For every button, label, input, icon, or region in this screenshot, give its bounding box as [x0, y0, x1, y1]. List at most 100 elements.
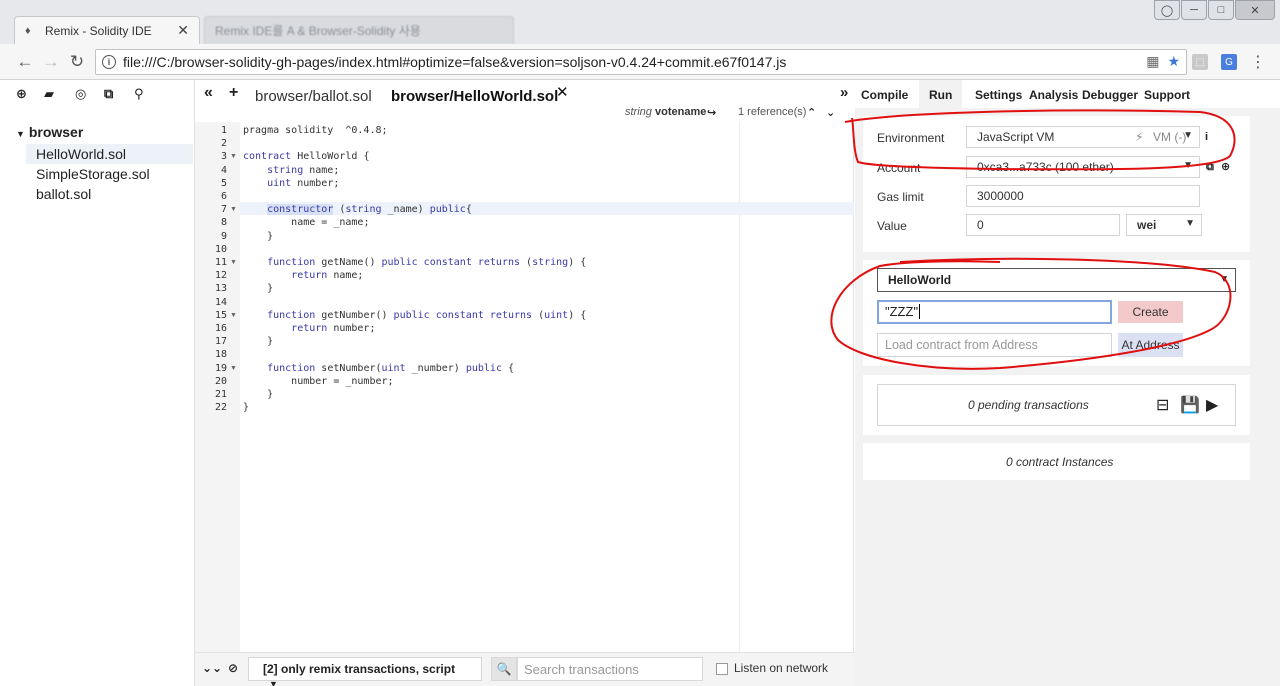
tab-settings[interactable]: Settings	[975, 88, 1022, 102]
clear-console-icon[interactable]: ⊘	[228, 661, 238, 675]
expand-right-icon[interactable]: »	[840, 84, 848, 101]
copy-icon[interactable]: ⧉	[104, 86, 113, 102]
save-icon[interactable]: 💾	[1180, 395, 1200, 415]
contract-select[interactable]: HelloWorld ▼	[877, 268, 1236, 292]
caret-down-icon: ▼	[1183, 130, 1193, 141]
copy-address-icon[interactable]: ⧉	[1206, 161, 1214, 174]
play-icon[interactable]: ▶	[1206, 395, 1218, 415]
file-explorer: ⊕ ▰ ◎ ⧉ ⚲ ▼ browser HelloWorld.sol Simpl…	[0, 80, 195, 686]
new-file-icon[interactable]: ⊕	[16, 86, 27, 102]
code-line: constructor (string _name) public{	[267, 204, 472, 216]
code-line: }	[243, 336, 274, 348]
menu-dots-icon[interactable]: ⋮	[1250, 52, 1266, 72]
at-address-button[interactable]: At Address	[1118, 333, 1183, 357]
code-line: contract HelloWorld {	[243, 151, 370, 163]
create-button[interactable]: Create	[1118, 301, 1183, 323]
maximize-icon[interactable]: □	[1208, 0, 1234, 20]
fold-toggle-icon[interactable]: ▼	[230, 309, 237, 322]
unit-select[interactable]: wei ▼	[1126, 214, 1202, 236]
code-line: }	[243, 389, 274, 400]
caret-down-icon: ▼	[16, 129, 25, 139]
add-tab-icon[interactable]: +	[229, 84, 238, 102]
value-input[interactable]: 0	[966, 214, 1120, 236]
forward-arrow-icon[interactable]: →	[40, 52, 62, 72]
collapse-left-icon[interactable]: «	[204, 84, 213, 102]
tab-ballot[interactable]: browser/ballot.sol	[255, 88, 372, 105]
line-number: 5	[220, 177, 227, 189]
clear-pending-icon[interactable]: ⊟	[1156, 395, 1169, 415]
tab-debugger[interactable]: Debugger	[1082, 88, 1138, 102]
folder-browser[interactable]: ▼ browser	[16, 124, 83, 140]
reference-info-bar: string votename ↪ 1 reference(s) ⌃ ⌄	[195, 106, 855, 122]
minimize-icon[interactable]: ─	[1181, 0, 1207, 20]
file-item-simplestorage[interactable]: SimpleStorage.sol	[26, 164, 193, 184]
google-translate-icon[interactable]: G	[1221, 54, 1237, 70]
account-select[interactable]: 0xca3...a733c (100 ether) ▼	[966, 156, 1200, 178]
open-folder-icon[interactable]: ▰	[44, 86, 54, 102]
reload-icon[interactable]: ↻	[66, 52, 88, 72]
tab-run[interactable]: Run	[919, 80, 963, 108]
tab-close-icon[interactable]: ✕	[556, 83, 569, 101]
page-info-icon[interactable]: i	[102, 55, 116, 69]
line-number: 2	[220, 138, 227, 150]
browser-tab-remix[interactable]: ♦ Remix - Solidity IDE ✕	[14, 16, 200, 44]
fold-toggle-icon[interactable]: ▼	[230, 362, 237, 375]
tab-support[interactable]: Support	[1144, 88, 1190, 102]
tab-compile[interactable]: Compile	[861, 88, 908, 102]
search-icon[interactable]: 🔍	[491, 657, 517, 681]
load-address-input[interactable]: Load contract from Address	[877, 333, 1112, 357]
translate-page-icon[interactable]: ▦	[1146, 53, 1159, 70]
environment-label: Environment	[877, 131, 945, 145]
next-ref-icon[interactable]: ⌄	[826, 106, 835, 119]
back-arrow-icon[interactable]: ←	[14, 52, 36, 72]
info-icon[interactable]: i	[1205, 131, 1208, 143]
tab-helloworld[interactable]: browser/HelloWorld.sol	[391, 88, 558, 105]
environment-select[interactable]: JavaScript VM ⚡ VM (-) ▼	[966, 126, 1200, 148]
line-number: 12	[214, 270, 227, 282]
user-profile-icon[interactable]: ◯	[1154, 0, 1180, 20]
browser-tab-background[interactable]: Remix IDE를 A & Browser-Solidity 사용	[204, 16, 514, 44]
tab-title: Remix IDE를 A & Browser-Solidity 사용	[215, 24, 421, 38]
collapse-terminal-icon[interactable]: ⌄⌄	[202, 661, 222, 675]
pending-count: 0 pending transactions	[968, 398, 1089, 412]
pending-transactions-box: 0 pending transactions ⊟ 💾 ▶	[877, 384, 1236, 426]
vm-badge: VM (-)	[1153, 130, 1187, 144]
link-icon[interactable]: ⚲	[134, 86, 144, 102]
transaction-filter-select[interactable]: [2] only remix transactions, script ▼	[248, 657, 482, 686]
bookmark-star-icon[interactable]: ★	[1167, 53, 1180, 70]
account-label: Account	[877, 161, 921, 175]
tab-close-icon[interactable]: ✕	[177, 22, 189, 39]
line-number: 16	[214, 323, 227, 334]
pdf-extension-icon[interactable]: ⬚	[1192, 54, 1208, 70]
window-close-icon[interactable]: ✕	[1235, 0, 1275, 20]
fold-toggle-icon[interactable]: ▼	[230, 256, 237, 269]
file-item-helloworld[interactable]: HelloWorld.sol	[26, 144, 193, 164]
caret-down-icon: ▼	[1185, 218, 1195, 229]
tab-title: Remix - Solidity IDE	[45, 23, 152, 38]
line-number: 8	[220, 217, 227, 229]
line-number: 1	[220, 125, 227, 136]
prev-ref-icon[interactable]: ⌃	[807, 106, 816, 119]
url-text: file:///C:/browser-solidity-gh-pages/ind…	[123, 54, 787, 70]
github-icon[interactable]: ◎	[75, 86, 86, 102]
fold-toggle-icon[interactable]: ▼	[230, 203, 237, 216]
gas-limit-input[interactable]: 3000000	[966, 185, 1200, 207]
line-number: 4	[220, 164, 227, 176]
file-item-ballot[interactable]: ballot.sol	[26, 184, 193, 204]
environment-value: JavaScript VM	[977, 130, 1055, 144]
goto-definition-icon[interactable]: ↪	[707, 106, 716, 119]
listen-network-checkbox[interactable]	[716, 663, 728, 675]
listen-network-label: Listen on network	[734, 661, 829, 675]
code-line: function getNumber() public constant ret…	[267, 309, 587, 321]
url-input[interactable]: i file:///C:/browser-solidity-gh-pages/i…	[95, 49, 1187, 75]
add-account-icon[interactable]: ⊕	[1221, 160, 1230, 173]
search-transactions-input[interactable]: Search transactions	[517, 657, 703, 681]
line-number: 15	[214, 309, 227, 321]
filter-label: [2] only remix transactions, script	[263, 662, 456, 676]
line-number: 20	[214, 375, 227, 387]
fold-toggle-icon[interactable]: ▼	[230, 150, 237, 163]
line-number: 19	[214, 362, 227, 374]
constructor-args-input[interactable]: "ZZZ"	[877, 300, 1112, 324]
line-number: 14	[214, 296, 227, 308]
tab-analysis[interactable]: Analysis	[1029, 88, 1078, 102]
